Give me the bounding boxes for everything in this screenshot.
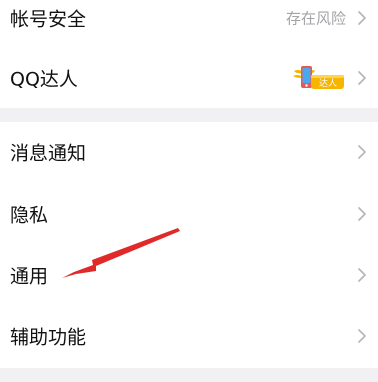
settings-group-general: 消息通知 隐私 通用 辅助功能 [0, 122, 378, 368]
chevron-right-icon [358, 71, 366, 85]
chevron-right-icon [358, 145, 366, 159]
row-label: 辅助功能 [10, 326, 87, 349]
settings-row-general[interactable]: 通用 [0, 245, 378, 305]
settings-row-account-security[interactable]: 帐号安全 存在风险 [0, 0, 378, 48]
chevron-right-icon [358, 11, 366, 25]
row-label: QQ达人 [10, 68, 78, 91]
row-label: 通用 [10, 265, 49, 288]
chevron-right-icon [358, 268, 366, 282]
settings-row-qq-expert[interactable]: QQ达人 达人 [0, 48, 378, 108]
settings-row-privacy[interactable]: 隐私 [0, 184, 378, 244]
qq-expert-badge-icon: 达人 [293, 66, 344, 89]
settings-row-notifications[interactable]: 消息通知 [0, 122, 378, 182]
svg-text:达人: 达人 [319, 77, 337, 89]
row-label: 消息通知 [10, 142, 87, 165]
row-label: 隐私 [10, 204, 49, 227]
chevron-right-icon [358, 207, 366, 221]
settings-group-account: 帐号安全 存在风险 QQ达人 达人 [0, 0, 378, 108]
row-label: 帐号安全 [10, 8, 87, 31]
account-risk-status: 存在风险 [285, 9, 346, 28]
chevron-right-icon [358, 329, 366, 343]
settings-row-accessibility[interactable]: 辅助功能 [0, 306, 378, 366]
